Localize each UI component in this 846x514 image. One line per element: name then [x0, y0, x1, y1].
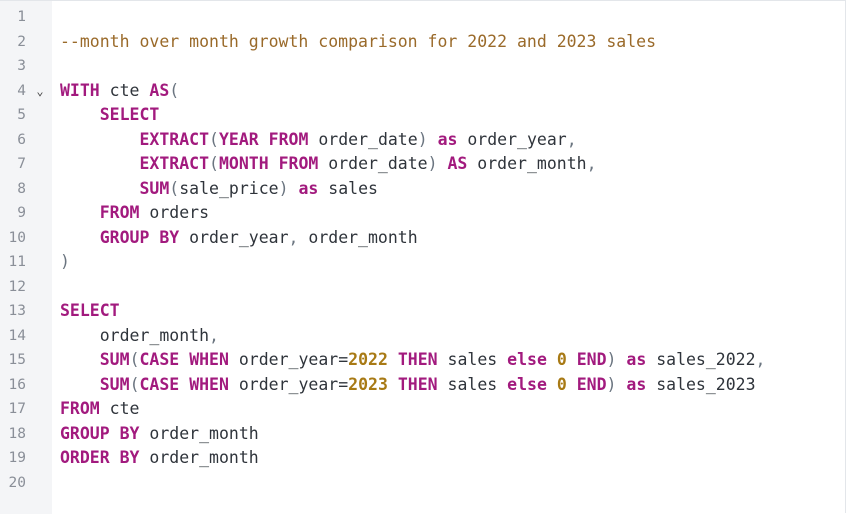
code-text[interactable]: SUM(sale_price) as sales: [60, 177, 377, 202]
code-line[interactable]: 6 EXTRACT(YEAR FROM order_date) as order…: [0, 128, 846, 153]
code-text[interactable]: SELECT: [60, 299, 120, 324]
code-line[interactable]: 17 FROM cte: [0, 397, 846, 422]
code-text[interactable]: --month over month growth comparison for…: [60, 30, 656, 55]
code-line[interactable]: 14 order_month,: [0, 324, 846, 349]
code-text[interactable]: EXTRACT(MONTH FROM order_date) AS order_…: [60, 152, 596, 177]
line-number: 18: [8, 425, 26, 442]
code-text[interactable]: FROM orders: [60, 201, 209, 226]
sql-code-editor[interactable]: 1 2 --month over month growth comparison f…: [0, 0, 846, 514]
line-number: 6: [17, 131, 26, 148]
line-number: 20: [8, 474, 26, 491]
code-line[interactable]: 5 SELECT: [0, 103, 846, 128]
line-number: 15: [8, 352, 26, 368]
code-line[interactable]: 13 SELECT: [0, 299, 846, 324]
line-number: 19: [8, 450, 26, 466]
line-number: 12: [8, 278, 26, 295]
line-number: 16: [8, 376, 26, 393]
line-number: 2: [17, 33, 26, 50]
line-number: 17: [8, 401, 26, 417]
code-text[interactable]: GROUP BY order_year, order_month: [60, 226, 418, 251]
code-text[interactable]: order_month,: [60, 324, 219, 349]
line-number: 14: [8, 327, 26, 344]
line-number: 4: [17, 82, 26, 99]
code-line[interactable]: 3: [0, 54, 846, 79]
code-line[interactable]: 8 SUM(sale_price) as sales: [0, 177, 846, 202]
code-text[interactable]: SUM(CASE WHEN order_year=2022 THEN sales…: [60, 348, 766, 373]
chevron-down-icon[interactable]: ⌄: [33, 79, 47, 104]
line-number: 10: [8, 229, 26, 246]
line-number: 3: [17, 58, 26, 74]
line-number: 5: [17, 107, 26, 123]
code-text[interactable]: GROUP BY order_month: [60, 422, 259, 447]
line-number: 7: [17, 156, 26, 172]
code-line[interactable]: 20: [0, 471, 846, 496]
code-line[interactable]: 2 --month over month growth comparison fo…: [0, 30, 846, 55]
code-text[interactable]: FROM cte: [60, 397, 140, 422]
line-number: 9: [17, 205, 26, 221]
line-number: 8: [17, 180, 26, 197]
code-text[interactable]: ORDER BY order_month: [60, 446, 259, 471]
code-line[interactable]: 7 EXTRACT(MONTH FROM order_date) AS orde…: [0, 152, 846, 177]
line-number: 13: [8, 303, 26, 319]
code-text[interactable]: SELECT: [60, 103, 160, 128]
code-line[interactable]: 19 ORDER BY order_month: [0, 446, 846, 471]
line-number: 1: [17, 9, 26, 25]
code-line[interactable]: 9 FROM orders: [0, 201, 846, 226]
code-text[interactable]: WITH cte AS(: [60, 79, 179, 104]
code-line[interactable]: 18 GROUP BY order_month: [0, 422, 846, 447]
code-line[interactable]: 12: [0, 275, 846, 300]
code-text[interactable]: SUM(CASE WHEN order_year=2023 THEN sales…: [60, 373, 756, 398]
code-line[interactable]: 15 SUM(CASE WHEN order_year=2022 THEN sa…: [0, 348, 846, 373]
code-text[interactable]: EXTRACT(YEAR FROM order_date) as order_y…: [60, 128, 576, 153]
code-line[interactable]: 10 GROUP BY order_year, order_month: [0, 226, 846, 251]
code-line[interactable]: 4 ⌄ WITH cte AS(: [0, 79, 846, 104]
code-line[interactable]: 11): [0, 250, 846, 275]
code-line[interactable]: 16 SUM(CASE WHEN order_year=2023 THEN sa…: [0, 373, 846, 398]
code-text[interactable]: ): [60, 250, 70, 275]
code-line[interactable]: 1: [0, 5, 846, 30]
line-number: 11: [8, 254, 26, 270]
